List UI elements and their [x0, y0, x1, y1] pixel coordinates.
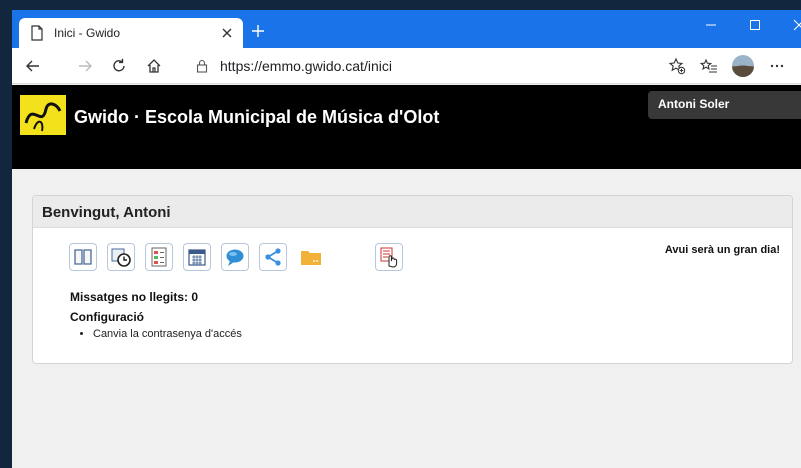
chat-bubble-icon[interactable] — [221, 243, 249, 271]
gwido-logo-icon — [24, 102, 62, 132]
tab-title: Inici - Gwido — [54, 26, 121, 40]
more-options-icon[interactable] — [768, 57, 786, 75]
back-arrow-icon[interactable] — [24, 57, 42, 75]
site-title: Gwido · Escola Municipal de Música d'Olo… — [74, 107, 440, 127]
close-icon — [793, 19, 801, 31]
browser-toolbar: https://emmo.gwido.cat/inici — [12, 48, 801, 84]
history-clock-icon[interactable] — [107, 243, 135, 271]
favorite-star-icon[interactable] — [668, 57, 686, 75]
maximize-button[interactable] — [733, 10, 777, 40]
refresh-icon[interactable] — [110, 57, 128, 75]
config-list: Canvia la contrasenya d'accés — [93, 328, 242, 340]
site-logo[interactable] — [20, 95, 66, 135]
slogan-text: Avui serà un gran dia! — [664, 244, 780, 256]
lock-icon[interactable] — [196, 59, 208, 73]
new-tab-icon[interactable] — [250, 23, 266, 39]
folder-icon[interactable] — [297, 243, 325, 271]
change-password-link[interactable]: Canvia la contrasenya d'accés — [93, 328, 242, 340]
avatar-image-icon — [732, 55, 754, 77]
close-tab-icon[interactable] — [219, 25, 235, 41]
profile-avatar[interactable] — [732, 55, 754, 77]
browser-window: Inici - Gwido https://emmo.gwido.cat/ini… — [12, 10, 801, 468]
grades-report-icon[interactable] — [145, 243, 173, 271]
book-icon[interactable] — [69, 243, 97, 271]
site-header: Gwido · Escola Municipal de Música d'Olo… — [12, 85, 801, 169]
config-heading: Configuració — [70, 310, 144, 324]
minimize-button[interactable] — [689, 10, 733, 40]
close-window-button[interactable] — [777, 10, 801, 40]
minimize-icon — [706, 24, 716, 26]
address-bar[interactable]: https://emmo.gwido.cat/inici — [220, 58, 392, 74]
user-menu[interactable]: Antoni Soler — [648, 91, 801, 119]
title-bar: Inici - Gwido — [12, 10, 801, 48]
page-icon — [31, 25, 43, 41]
pointer-hand-icon[interactable] — [375, 243, 403, 271]
calendar-icon[interactable] — [183, 243, 211, 271]
panel-title: Benvingut, Antoni — [33, 196, 792, 228]
maximize-icon — [750, 20, 760, 30]
favorites-list-icon[interactable] — [700, 57, 718, 75]
home-icon[interactable] — [145, 57, 163, 75]
share-icon[interactable] — [259, 243, 287, 271]
browser-tab[interactable]: Inici - Gwido — [19, 18, 243, 48]
forward-arrow-icon[interactable] — [76, 57, 94, 75]
welcome-panel: Benvingut, Antoni Avui serà un gran dia!… — [32, 195, 793, 364]
page-content: Gwido · Escola Municipal de Música d'Olo… — [12, 85, 801, 468]
unread-messages-count: Missatges no llegits: 0 — [70, 290, 199, 304]
